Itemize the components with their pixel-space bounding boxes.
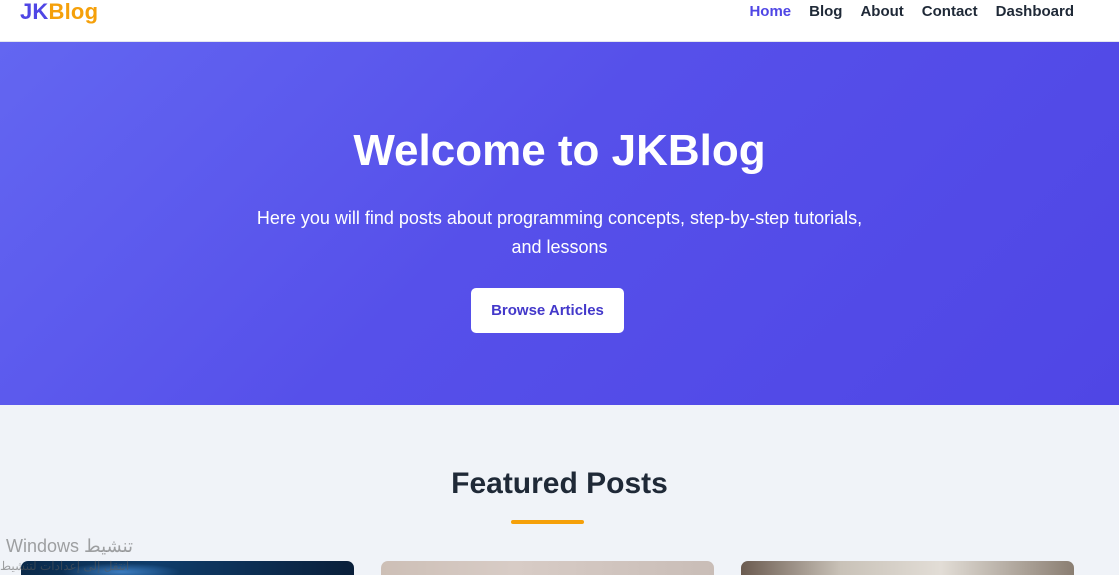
browse-articles-button[interactable]: Browse Articles <box>471 288 624 333</box>
featured-heading: Featured Posts <box>451 467 668 500</box>
main-nav: Home Blog About Contact Dashboard <box>731 3 1074 20</box>
hero-title: Welcome to JKBlog <box>353 126 766 175</box>
navbar: JKBlog Home Blog About Contact Dashboard <box>0 0 1119 42</box>
nav-link-about[interactable]: About <box>860 3 903 20</box>
windows-activation-watermark: Windows تنشيط <box>6 536 134 556</box>
hero-subtitle: Here you will find posts about programmi… <box>256 208 863 257</box>
nav-link-dashboard[interactable]: Dashboard <box>996 3 1074 20</box>
logo-blog: Blog <box>48 0 99 24</box>
nav-link-blog[interactable]: Blog <box>809 3 842 20</box>
post-card-3[interactable] <box>741 561 1074 575</box>
windows-activation-subtext: انتقل إلى إعدادات لتنشيط <box>0 559 130 573</box>
featured-posts-section: Featured Posts <box>0 405 1119 575</box>
hero-section: Welcome to JKBlog Here you will find pos… <box>0 42 1119 405</box>
post-card-2[interactable] <box>381 561 714 575</box>
nav-link-contact[interactable]: Contact <box>922 3 978 20</box>
site-logo[interactable]: JKBlog <box>20 0 98 25</box>
logo-jk: JK <box>20 0 49 24</box>
heading-underline <box>511 520 584 524</box>
nav-link-home[interactable]: Home <box>749 3 791 20</box>
